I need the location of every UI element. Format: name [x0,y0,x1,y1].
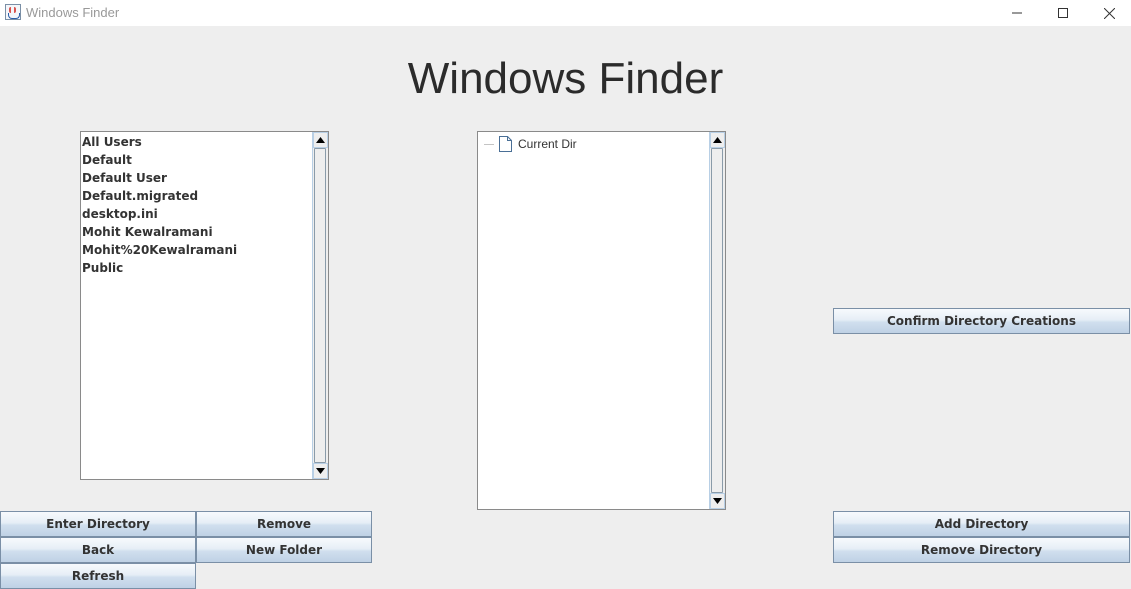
list-item[interactable]: desktop.ini [81,205,312,223]
list-item[interactable]: Default.migrated [81,187,312,205]
back-button[interactable]: Back [0,537,196,563]
tree-connector-line [484,143,494,145]
refresh-button[interactable]: Refresh [0,563,196,589]
directory-list-items: All Users Default Default User Default.m… [81,132,312,479]
remove-button[interactable]: Remove [196,511,372,537]
list-item[interactable]: Default User [81,169,312,187]
scroll-up-arrow-icon[interactable] [710,132,725,148]
directory-list[interactable]: All Users Default Default User Default.m… [80,131,329,480]
list-item[interactable]: Mohit Kewalramani [81,223,312,241]
tree-node-label: Current Dir [518,137,577,151]
minimize-icon[interactable] [994,0,1040,26]
enter-directory-button[interactable]: Enter Directory [0,511,196,537]
scroll-down-arrow-icon[interactable] [710,493,725,509]
scroll-up-arrow-icon[interactable] [313,132,328,148]
title-bar: Windows Finder [0,0,1131,26]
list-item[interactable]: All Users [81,133,312,151]
add-directory-button[interactable]: Add Directory [833,511,1130,537]
list-item[interactable]: Mohit%20Kewalramani [81,241,312,259]
page-title: Windows Finder [407,54,724,103]
directory-tree[interactable]: Current Dir [477,131,726,510]
new-folder-button[interactable]: New Folder [196,537,372,563]
list-item[interactable]: Public [81,259,312,277]
tree-node-current-dir[interactable]: Current Dir [484,135,577,153]
confirm-directory-creations-button[interactable]: Confirm Directory Creations [833,308,1130,334]
remove-directory-button[interactable]: Remove Directory [833,537,1130,563]
directory-list-scrollbar[interactable] [312,132,328,479]
java-app-icon [5,4,21,20]
list-item[interactable]: Default [81,151,312,169]
scroll-down-arrow-icon[interactable] [313,463,328,479]
scrollbar-thumb[interactable] [314,148,326,463]
scrollbar-thumb[interactable] [711,148,723,493]
file-icon [499,136,512,152]
directory-tree-scrollbar[interactable] [709,132,725,509]
maximize-icon[interactable] [1040,0,1086,26]
close-icon[interactable] [1086,0,1131,26]
window-title: Windows Finder [26,5,120,20]
